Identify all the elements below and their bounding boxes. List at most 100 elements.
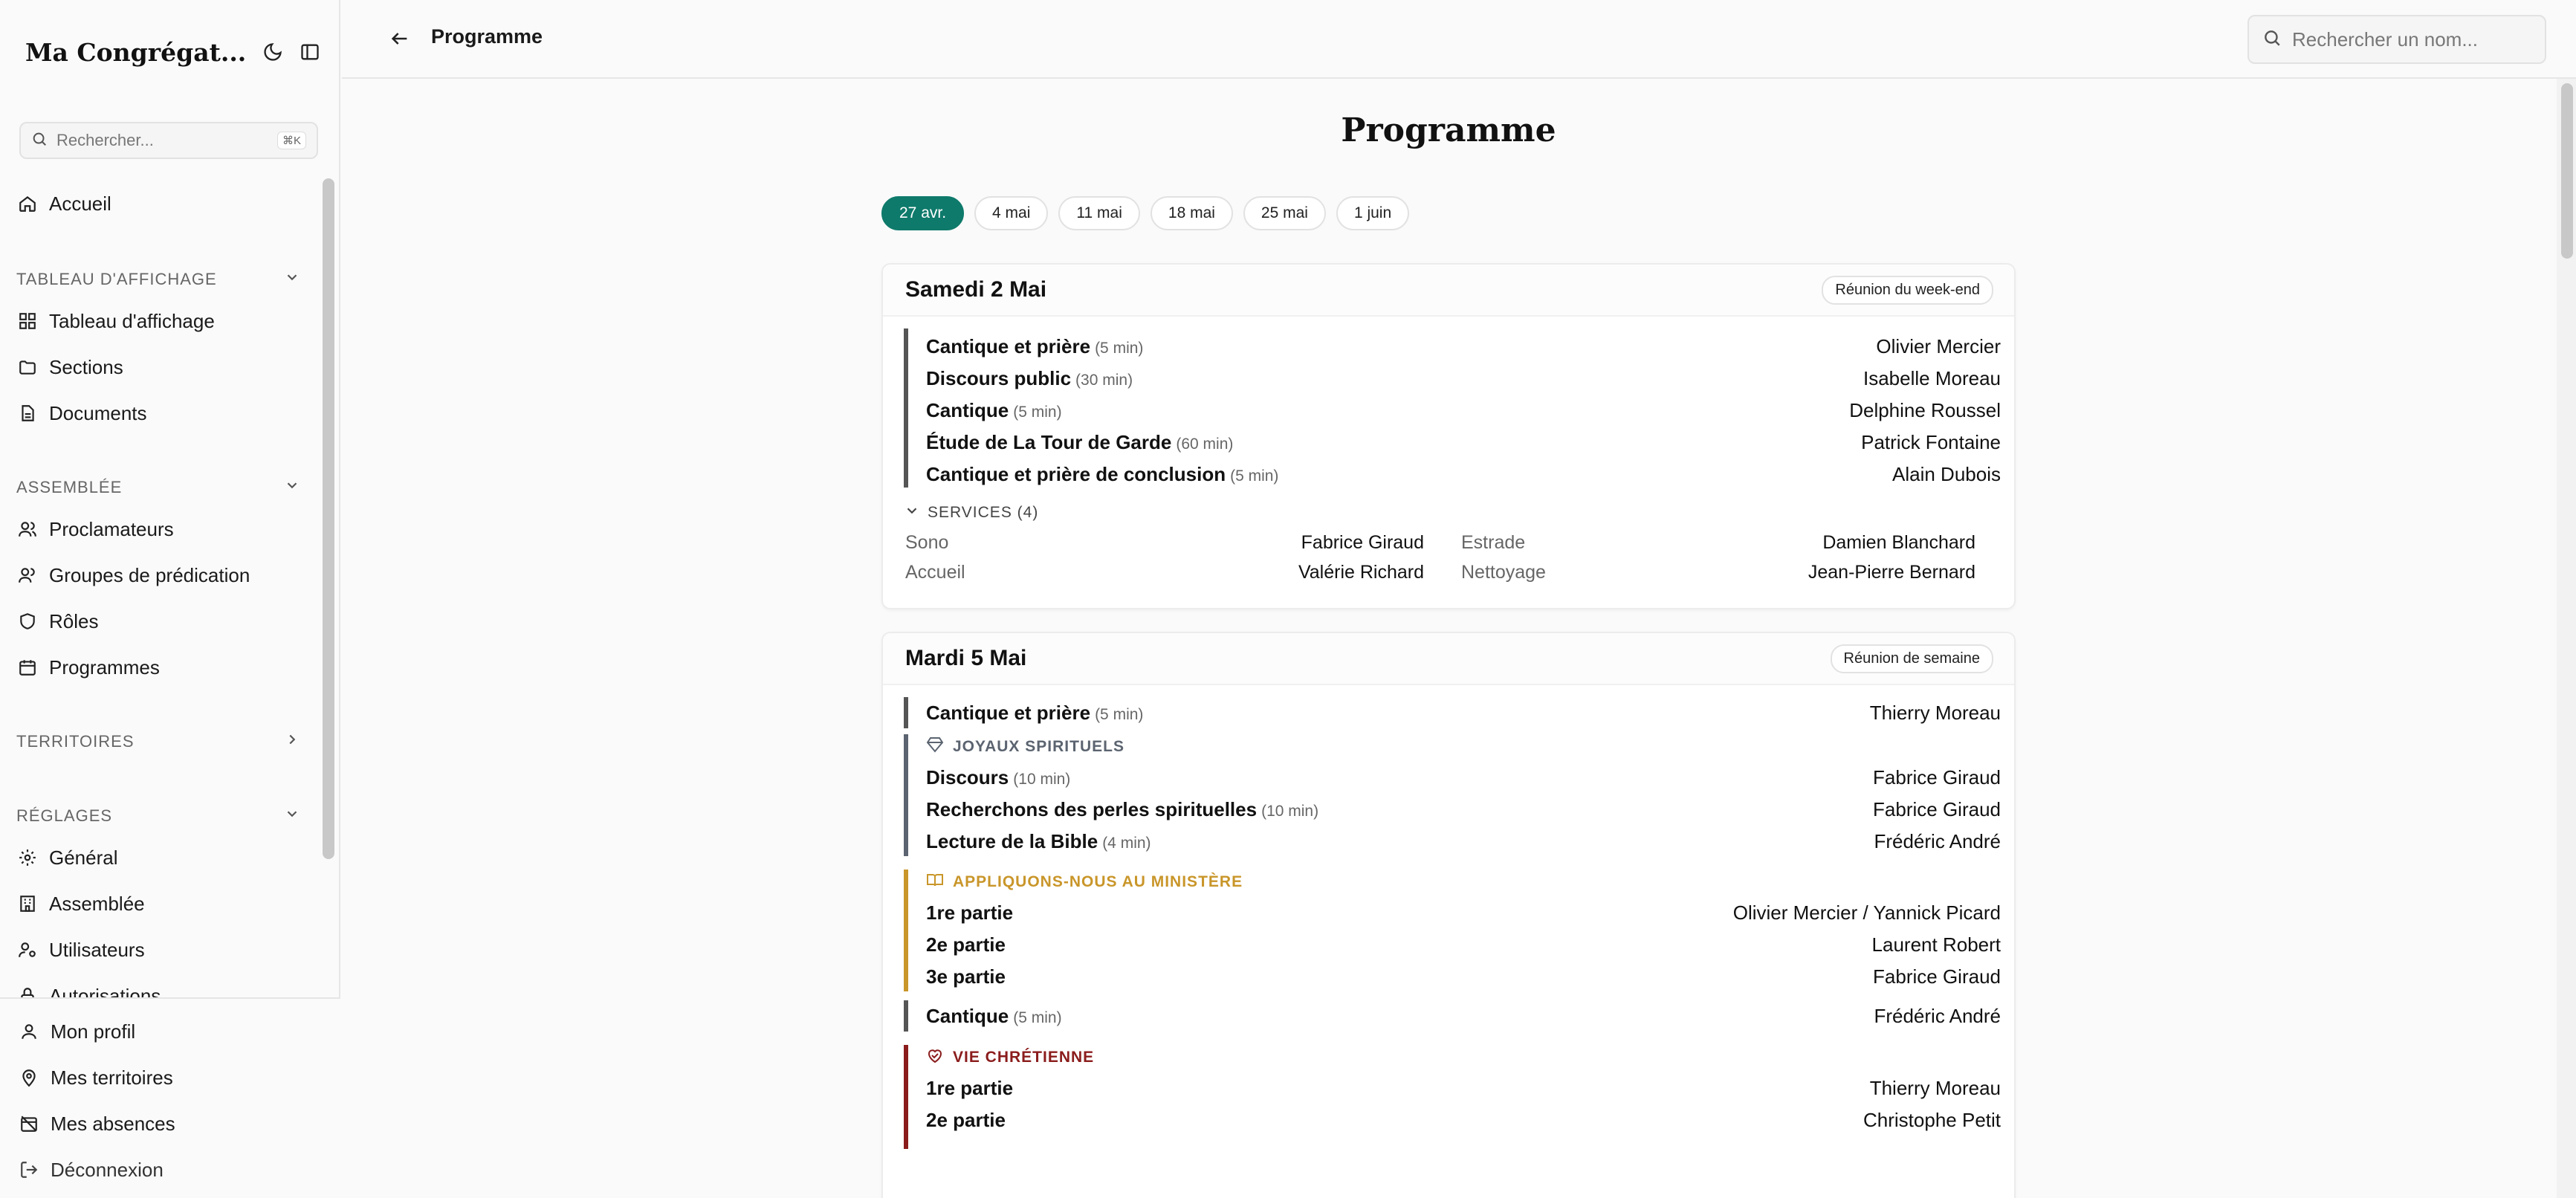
sidebar-item-programmes[interactable]: Programmes (16, 650, 306, 685)
services-label: SERVICES (4) (928, 504, 1039, 521)
sidebar-item-proclamateurs[interactable]: Proclamateurs (16, 511, 306, 547)
sidebar-item-sections[interactable]: Sections (16, 349, 306, 385)
sidebar-footer: Mon profil Mes territoires Mes absences … (0, 997, 340, 1198)
vie-block: VIE CHRÉTIENNE 1re partie Thierry Moreau … (904, 1045, 2001, 1149)
week-chip[interactable]: 11 mai (1058, 196, 1140, 230)
services-toggle[interactable]: SERVICES (4) (904, 502, 1038, 523)
meeting-type-badge: Réunion de semaine (1830, 644, 1993, 673)
sidebar-toggle-icon[interactable] (300, 39, 320, 65)
logout-icon (18, 1159, 40, 1181)
sidebar-item-tableau[interactable]: Tableau d'affichage (16, 303, 306, 339)
meeting-card-semaine: Mardi 5 Mai Réunion de semaine Cantique … (881, 632, 2016, 1198)
part-name: 2e partie (926, 1108, 1006, 1131)
sidebar-item-mes-territoires[interactable]: Mes territoires (18, 1060, 308, 1095)
arrow-left-icon (389, 28, 410, 53)
part-duration: (10 min) (1261, 802, 1319, 820)
assignee: Fabrice Giraud (1873, 797, 2001, 820)
part-duration: (5 min) (1095, 339, 1144, 357)
sidebar-search-input[interactable]: Rechercher... ⌘K (19, 122, 318, 159)
part-name: 2e partie (926, 933, 1006, 956)
users-icon (16, 518, 39, 540)
sidebar-group-reglages[interactable]: RÉGLAGES (16, 801, 300, 831)
parts-block: Cantique et prière (5 min) Olivier Mercier… (904, 328, 2001, 488)
sidebar-item-label: Utilisateurs (49, 938, 145, 961)
grid-icon (16, 310, 39, 332)
sidebar-item-profil[interactable]: Mon profil (18, 1014, 308, 1049)
meeting-date: Samedi 2 Mai (905, 277, 1047, 302)
assignee: Thierry Moreau (1869, 701, 2001, 724)
section-label: APPLIQUONS-NOUS AU MINISTÈRE (953, 873, 1243, 890)
sidebar-item-label: Déconnexion (51, 1158, 164, 1181)
user-group-icon (16, 564, 39, 586)
chevron-right-icon (284, 731, 300, 752)
building-icon (16, 893, 39, 915)
part-name: 1re partie (926, 901, 1014, 924)
program-row: Cantique (5 min) Frédéric André (908, 1001, 2001, 1031)
part-name: 1re partie (926, 1076, 1014, 1099)
program-row: Étude de La Tour de Garde (60 min) Patrick… (908, 427, 2001, 457)
service-assignee: Damien Blanchard (1822, 532, 1975, 553)
sidebar-item-assemblee[interactable]: Assemblée (16, 886, 306, 922)
service-assignee: Valérie Richard (1298, 562, 1424, 583)
sidebar-item-roles[interactable]: Rôles (16, 603, 306, 639)
part-duration: (10 min) (1013, 770, 1071, 788)
week-chip[interactable]: 1 juin (1336, 196, 1410, 230)
week-chip[interactable]: 25 mai (1243, 196, 1326, 230)
part-name: Cantique et prière de conclusion (926, 462, 1226, 485)
sidebar-group-assemblee[interactable]: ASSEMBLÉE (16, 473, 300, 502)
page-title: Programme (1341, 111, 1556, 149)
services-row: Accueil Valérie Richard Nettoyage Jean-P… (905, 559, 1996, 587)
week-chip-active[interactable]: 27 avr. (881, 196, 965, 230)
map-pin-icon (18, 1066, 40, 1089)
sidebar-group-tableau[interactable]: TABLEAU D'AFFICHAGE (16, 265, 300, 294)
section-header: VIE CHRÉTIENNE (926, 1045, 1094, 1070)
gear-icon (16, 846, 39, 869)
folder-open-icon (16, 356, 39, 378)
sidebar-item-label: Groupes de prédication (49, 563, 250, 586)
sidebar-scrollbar[interactable] (323, 178, 334, 859)
ministere-block: APPLIQUONS-NOUS AU MINISTÈRE 1re partie O… (904, 870, 2001, 991)
sidebar-item-label: Tableau d'affichage (49, 309, 215, 332)
part-duration: (4 min) (1102, 834, 1151, 852)
group-label: TABLEAU D'AFFICHAGE (16, 270, 217, 288)
sidebar-item-label: Accueil (49, 192, 111, 215)
main-scrollbar[interactable] (2561, 83, 2573, 259)
program-row: 1re partie Olivier Mercier / Yannick Pica… (908, 898, 2001, 927)
program-row: Cantique et prière (5 min) Thierry Moreau (908, 698, 2001, 728)
sidebar-item-label: Mes absences (51, 1112, 175, 1135)
sidebar-item-documents[interactable]: Documents (16, 395, 306, 431)
sidebar-nav: Accueil TABLEAU D'AFFICHAGE Tableau d'af… (0, 175, 320, 997)
chevron-down-icon (284, 269, 300, 290)
sidebar-item-label: Proclamateurs (49, 517, 174, 540)
sidebar-item-label: Mon profil (51, 1020, 136, 1043)
sidebar-item-general[interactable]: Général (16, 840, 306, 875)
week-chip[interactable]: 18 mai (1150, 196, 1233, 230)
back-button[interactable] (384, 24, 416, 56)
sidebar-item-absences[interactable]: Mes absences (18, 1106, 308, 1142)
service-role: Nettoyage (1461, 562, 1546, 583)
moon-icon[interactable] (262, 39, 283, 65)
search-icon (31, 131, 48, 151)
assignee: Patrick Fontaine (1861, 430, 2001, 453)
name-search-input[interactable]: Rechercher un nom... (2247, 15, 2546, 64)
sidebar-item-utilisateurs[interactable]: Utilisateurs (16, 932, 306, 968)
sidebar-item-groupes[interactable]: Groupes de prédication (16, 557, 306, 593)
sidebar-group-territoires[interactable]: TERRITOIRES (16, 727, 300, 757)
sidebar-item-autorisations[interactable]: Autorisations (16, 978, 306, 997)
user-cog-icon (16, 939, 39, 961)
week-selector: 27 avr. 4 mai 11 mai 18 mai 25 mai 1 jui… (881, 196, 1410, 230)
sidebar-item-label: Rôles (49, 609, 99, 632)
breadcrumb: Programme (431, 25, 543, 48)
assignee: Thierry Moreau (1869, 1076, 2001, 1099)
card-header: Samedi 2 Mai Réunion du week-end (883, 265, 2014, 317)
document-icon (16, 402, 39, 424)
sidebar-item-accueil[interactable]: Accueil (16, 186, 306, 221)
week-chip[interactable]: 4 mai (974, 196, 1049, 230)
program-row: 1re partie Thierry Moreau (908, 1073, 2001, 1103)
search-icon (2262, 28, 2282, 51)
service-role: Estrade (1461, 532, 1526, 553)
assignee: Laurent Robert (1871, 933, 2001, 956)
logout-button[interactable]: Déconnexion (18, 1152, 308, 1188)
assignee: Olivier Mercier / Yannick Picard (1732, 901, 2001, 924)
name-search-placeholder: Rechercher un nom... (2292, 27, 2479, 51)
